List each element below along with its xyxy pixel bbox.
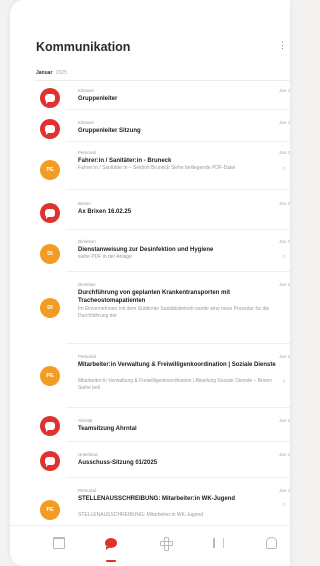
message-item[interactable]: PE Personal Jan 2 Mitarbeiter:in Verwalt… bbox=[10, 344, 290, 408]
message-date: Jan 2 bbox=[278, 239, 290, 244]
message-date: Jan 2 bbox=[278, 452, 290, 457]
message-subject: Fahrer:in / Sanitäter:in - Bruneck bbox=[78, 158, 172, 164]
chat-icon bbox=[40, 119, 60, 139]
message-date: Jan 2 bbox=[278, 88, 290, 93]
avatar: PE bbox=[40, 500, 60, 520]
tab-bar bbox=[10, 525, 290, 566]
compose-icon[interactable]: ⋮ bbox=[278, 40, 288, 52]
message-item[interactable]: Klassen Jan 2 Gruppenleiter bbox=[10, 80, 290, 110]
message-date: Jan 2 bbox=[278, 120, 290, 125]
message-category: Personal bbox=[78, 150, 96, 155]
year-label: 2025 bbox=[55, 70, 67, 76]
message-item[interactable]: Unterland Jan 2 Ausschuss-Sitzung 01/202… bbox=[10, 442, 290, 478]
message-category: Klassen bbox=[78, 120, 95, 125]
message-item[interactable]: Ahrntal Jan 2 Teamsitzung Ahrntal bbox=[10, 408, 290, 442]
message-date: Jan 2 bbox=[278, 150, 290, 155]
message-subject: Gruppenleiter bbox=[78, 96, 118, 102]
message-category: Direktion bbox=[78, 239, 96, 244]
chat-icon bbox=[40, 416, 60, 436]
messages-icon[interactable] bbox=[102, 534, 120, 552]
message-subject: Ax Brixen 16.02.25 bbox=[78, 209, 132, 215]
header: Kommunikation ⋮ Januar 2025 bbox=[10, 0, 290, 76]
message-subject: Dienstanweisung zur Desinfektion und Hyg… bbox=[78, 247, 214, 253]
message-item[interactable]: DI Direktion Jan 2 Dienstanweisung zur D… bbox=[10, 230, 290, 272]
message-subject: Gruppenleiter Sitzung bbox=[78, 128, 141, 134]
attachment-icon: ⌕ bbox=[282, 502, 286, 508]
message-category: Ahrntal bbox=[78, 418, 93, 423]
attachment-icon: ⌕ bbox=[282, 379, 286, 385]
message-item[interactable]: DI Direktion Jan 2 Durchführung von gepl… bbox=[10, 272, 290, 344]
message-preview: Fahrer:in / Sanitäter:in – Sektion Brune… bbox=[78, 165, 236, 171]
calendar-icon[interactable] bbox=[50, 534, 68, 552]
message-subject: Teamsitzung Ahrntal bbox=[78, 426, 137, 432]
chat-icon bbox=[40, 451, 60, 471]
message-preview: STELLENAUSSCHREIBUNG: Mitarbeiter:in WK-… bbox=[78, 512, 204, 518]
avatar: PE bbox=[40, 160, 60, 180]
message-date: Jan 2 bbox=[278, 488, 290, 493]
cross-icon[interactable] bbox=[157, 534, 175, 552]
message-preview: siehe PDF in der Anlage bbox=[78, 254, 132, 260]
message-category: Unterland bbox=[78, 452, 98, 457]
avatar: DI bbox=[40, 244, 60, 264]
message-category: Klassen bbox=[78, 88, 95, 93]
chat-icon bbox=[40, 203, 60, 223]
chat-icon bbox=[40, 88, 60, 108]
attachment-icon: ⌕ bbox=[282, 166, 286, 172]
attachment-icon: ⌕ bbox=[282, 254, 286, 260]
message-subject: Ausschuss-Sitzung 01/2025 bbox=[78, 460, 158, 466]
active-tab-indicator bbox=[106, 560, 116, 562]
message-list: Klassen Jan 2 Gruppenleiter Klassen Jan … bbox=[10, 80, 290, 525]
message-item[interactable]: PE Personal Jan 2 Fahrer:in / Sanitäter:… bbox=[10, 142, 290, 190]
message-subject: STELLENAUSSCHREIBUNG: Mitarbeiter:in WK-… bbox=[78, 496, 236, 502]
notifications-icon[interactable] bbox=[262, 534, 280, 552]
message-category: Direktion bbox=[78, 282, 96, 287]
message-category: Brixen bbox=[78, 201, 91, 206]
app-screen: Kommunikation ⋮ Januar 2025 Klassen Jan … bbox=[10, 0, 290, 566]
message-item[interactable]: Klassen Jan 2 Gruppenleiter Sitzung bbox=[10, 110, 290, 142]
month-label: Januar bbox=[36, 70, 53, 76]
message-preview: Mitarbeiter:in Verwaltung & Freiwilligen… bbox=[78, 378, 272, 391]
message-subject: Durchführung von geplanten Krankentransp… bbox=[78, 290, 231, 304]
documents-icon[interactable] bbox=[209, 534, 227, 552]
message-date: Jan 2 bbox=[278, 418, 290, 423]
page-title: Kommunikation bbox=[36, 40, 131, 54]
message-category: Personal bbox=[78, 488, 96, 493]
message-preview: Im Einvernehmen mit dem Südtiroler Sanit… bbox=[78, 306, 270, 319]
message-item[interactable]: Brixen Jan 2 Ax Brixen 16.02.25 bbox=[10, 190, 290, 230]
message-date: Jan 2 bbox=[278, 354, 290, 359]
message-date: Jan 2 bbox=[278, 201, 290, 206]
message-category: Personal bbox=[78, 354, 96, 359]
message-subject: Mitarbeiter:in Verwaltung & Freiwilligen… bbox=[78, 362, 276, 368]
message-date: Jan 2 bbox=[278, 282, 290, 287]
message-item[interactable]: PE Personal Jan 2 STELLENAUSSCHREIBUNG: … bbox=[10, 478, 290, 525]
avatar: DI bbox=[40, 298, 60, 318]
avatar: PE bbox=[40, 366, 60, 386]
month-header: Januar 2025 bbox=[36, 70, 67, 76]
